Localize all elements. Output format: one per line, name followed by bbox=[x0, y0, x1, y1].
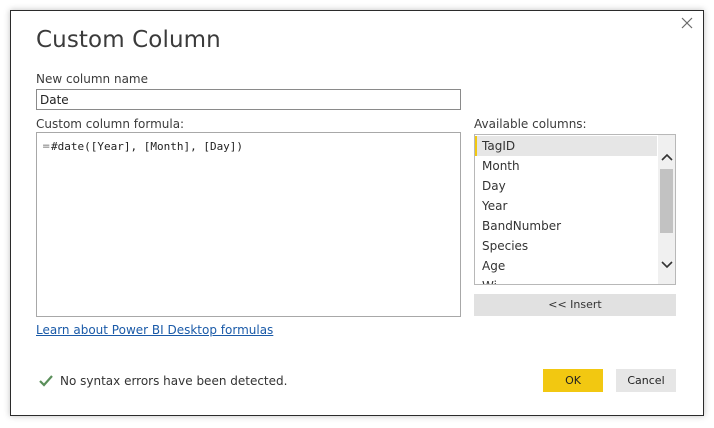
column-item-tagid[interactable]: TagID bbox=[475, 136, 657, 156]
column-item-partial[interactable]: Wi bbox=[475, 276, 657, 284]
scroll-down-button[interactable] bbox=[658, 255, 675, 272]
ok-button[interactable]: OK bbox=[543, 369, 603, 392]
dialog-title: Custom Column bbox=[36, 27, 221, 53]
formula-text[interactable]: #date([Year], [Month], [Day]) bbox=[51, 140, 243, 153]
formula-equals-sign: = bbox=[42, 141, 51, 152]
scroll-up-button[interactable] bbox=[658, 147, 675, 164]
column-item-species[interactable]: Species bbox=[475, 236, 657, 256]
formula-editor[interactable]: = #date([Year], [Month], [Day]) bbox=[36, 132, 461, 317]
formula-label: Custom column formula: bbox=[36, 117, 185, 131]
new-column-name-label: New column name bbox=[36, 72, 149, 86]
column-item-bandnumber[interactable]: BandNumber bbox=[475, 216, 657, 236]
chevron-up-icon bbox=[660, 153, 673, 161]
close-icon bbox=[681, 17, 693, 29]
checkmark-icon bbox=[39, 375, 53, 387]
available-columns-list[interactable]: TagID Month Day Year BandNumber Species … bbox=[474, 134, 676, 285]
new-column-name-input[interactable] bbox=[36, 89, 461, 110]
syntax-status-text: No syntax errors have been detected. bbox=[60, 374, 288, 388]
custom-column-dialog: Custom Column New column name Custom col… bbox=[10, 10, 704, 416]
columns-scrollbar[interactable] bbox=[658, 135, 675, 284]
learn-formulas-link[interactable]: Learn about Power BI Desktop formulas bbox=[36, 323, 273, 337]
column-item-month[interactable]: Month bbox=[475, 156, 657, 176]
column-item-day[interactable]: Day bbox=[475, 176, 657, 196]
insert-button[interactable]: << Insert bbox=[474, 294, 676, 316]
scroll-thumb[interactable] bbox=[660, 169, 673, 233]
close-button[interactable] bbox=[679, 15, 695, 31]
chevron-down-icon bbox=[660, 261, 673, 269]
available-columns-label: Available columns: bbox=[474, 117, 587, 131]
column-item-age[interactable]: Age bbox=[475, 256, 657, 276]
cancel-button[interactable]: Cancel bbox=[616, 369, 676, 392]
column-item-year[interactable]: Year bbox=[475, 196, 657, 216]
